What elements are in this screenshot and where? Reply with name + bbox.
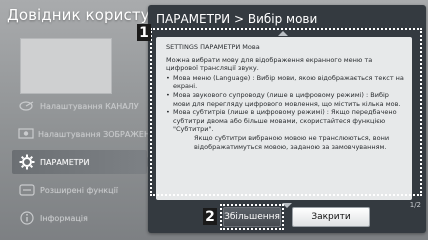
sidebar-item-info[interactable]: Інформація [12,206,147,230]
list-item: Мова субтитрів (лише в цифровому режимі)… [166,108,406,134]
callout-number-1: 1 [137,24,151,41]
help-content[interactable]: SETTINGS ПАРАМЕТРИ Мова Можна вибрати мо… [156,37,412,200]
list-item: Мова звукового супроводу (лише в цифрово… [166,91,406,108]
sidebar-item-label: Налаштування ЗОБРАЖЕННЯ [38,129,162,139]
callout-number-2: 2 [203,208,217,225]
list-item: Мова меню (Language) : Вибір мови, якою … [166,74,406,91]
sidebar-item-channel[interactable]: Налаштування КАНАЛУ [12,94,147,118]
intro-text: Можна вибрати мову для відображення екра… [166,55,373,73]
advanced-features-icon [18,182,36,198]
sidebar-item-advanced[interactable]: Розширені функції [12,178,147,202]
note-text: Якщо субтитри вибраною мовою не транслюю… [194,133,390,151]
sidebar-item-settings[interactable]: ПАРАМЕТРИ [12,150,153,174]
zoom-button[interactable]: Збільшення [223,207,281,227]
scroll-down-icon[interactable] [282,203,292,208]
menu-path: SETTINGS ПАРАМЕТРИ Мова [166,43,260,51]
sidebar-item-label: Розширені функції [40,185,119,195]
panel-title: ПАРАМЕТРИ > Вибір мови [156,12,318,26]
page-indicator: 1/2 [409,201,421,209]
picture-settings-icon [18,126,34,142]
sidebar-menu: Налаштування КАНАЛУ Налаштування ЗОБРАЖЕ… [12,94,162,234]
close-button[interactable]: Закрити [292,207,370,227]
sidebar-item-label: ПАРАМЕТРИ [40,157,90,167]
scroll-up-icon[interactable] [278,31,288,36]
sidebar-item-label: Налаштування КАНАЛУ [40,101,139,111]
bullet-list: Мова меню (Language) : Вибір мови, якою … [166,74,406,134]
info-icon [18,210,36,226]
sidebar-item-label: Інформація [40,213,88,223]
sidebar-item-picture[interactable]: Налаштування ЗОБРАЖЕННЯ [12,122,162,146]
preview-thumbnail [20,38,112,94]
gear-icon [18,154,36,170]
help-panel: ПАРАМЕТРИ > Вибір мови SETTINGS ПАРАМЕТР… [148,5,426,233]
satellite-dish-icon [18,98,36,114]
